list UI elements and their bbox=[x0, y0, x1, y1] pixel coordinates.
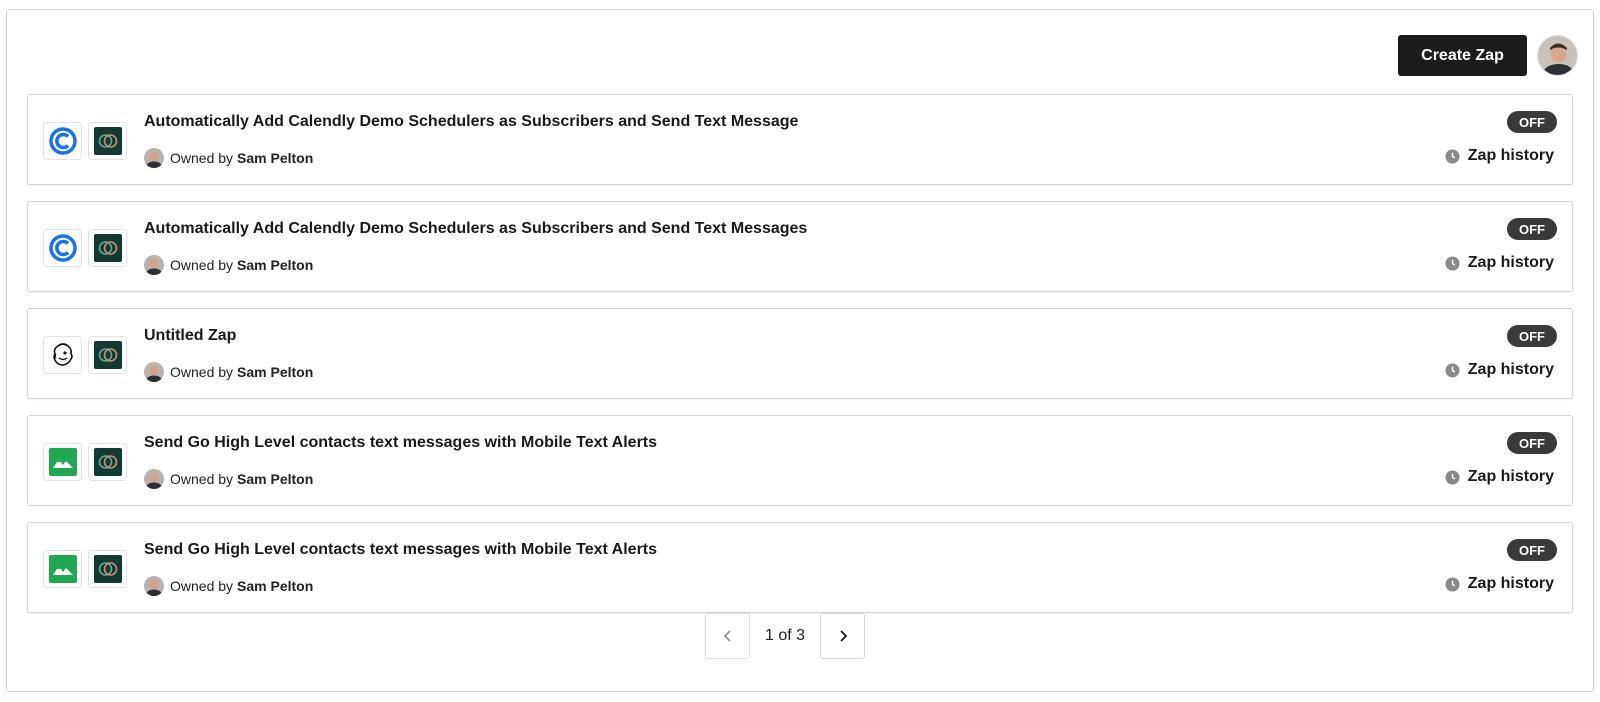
owner-prefix: Owned by bbox=[170, 578, 234, 594]
zap-card[interactable]: Automatically Add Calendly Demo Schedule… bbox=[27, 94, 1573, 185]
zap-history-link[interactable]: Zap history bbox=[1445, 575, 1554, 593]
trigger-app-icon bbox=[43, 550, 82, 588]
trigger-app-icon bbox=[43, 443, 82, 481]
zap-status-toggle[interactable]: OFF bbox=[1507, 325, 1557, 347]
zap-title[interactable]: Untitled Zap bbox=[144, 327, 236, 345]
calendly-icon bbox=[48, 234, 77, 262]
zap-card[interactable]: Automatically Add Calendly Demo Schedule… bbox=[27, 201, 1573, 292]
zap-title[interactable]: Send Go High Level contacts text message… bbox=[144, 434, 657, 452]
zap-list: Automatically Add Calendly Demo Schedule… bbox=[27, 94, 1573, 629]
owner-name: Sam Pelton bbox=[237, 150, 314, 166]
zap-status-toggle[interactable]: OFF bbox=[1507, 432, 1557, 454]
zap-owner: Owned by Sam Pelton bbox=[144, 255, 313, 275]
owner-prefix: Owned by bbox=[170, 150, 234, 166]
owner-prefix: Owned by bbox=[170, 471, 234, 487]
mailchimp-icon bbox=[52, 343, 73, 366]
trigger-app-icon bbox=[43, 336, 82, 374]
create-zap-button[interactable]: Create Zap bbox=[1398, 35, 1527, 76]
clock-icon bbox=[1445, 255, 1460, 271]
zap-history-link[interactable]: Zap history bbox=[1445, 361, 1554, 379]
clock-icon bbox=[1445, 576, 1460, 592]
zap-owner: Owned by Sam Pelton bbox=[144, 576, 313, 596]
zap-status-toggle[interactable]: OFF bbox=[1507, 539, 1557, 561]
mobile-text-alerts-icon bbox=[93, 341, 122, 369]
action-app-icon bbox=[88, 229, 127, 267]
action-app-icon bbox=[88, 550, 127, 588]
zap-history-label: Zap history bbox=[1467, 468, 1554, 485]
zap-history-label: Zap history bbox=[1467, 254, 1554, 271]
zap-history-label: Zap history bbox=[1467, 361, 1554, 378]
chevron-right-icon bbox=[839, 630, 847, 642]
owner-avatar bbox=[144, 255, 164, 275]
zap-history-link[interactable]: Zap history bbox=[1445, 468, 1554, 486]
zap-title[interactable]: Automatically Add Calendly Demo Schedule… bbox=[144, 113, 798, 131]
panel-header: Create Zap bbox=[7, 10, 1593, 86]
gohighlevel-icon bbox=[48, 448, 77, 476]
owner-avatar bbox=[144, 362, 164, 382]
zap-owner: Owned by Sam Pelton bbox=[144, 469, 313, 489]
owner-name: Sam Pelton bbox=[237, 578, 314, 594]
next-page-button[interactable] bbox=[820, 613, 865, 659]
owner-prefix: Owned by bbox=[170, 364, 234, 380]
mobile-text-alerts-icon bbox=[93, 448, 122, 476]
action-app-icon bbox=[88, 122, 127, 160]
clock-icon bbox=[1445, 148, 1460, 164]
trigger-app-icon bbox=[43, 122, 82, 160]
zap-history-label: Zap history bbox=[1467, 575, 1554, 592]
previous-page-button[interactable] bbox=[705, 613, 750, 659]
mobile-text-alerts-icon bbox=[93, 555, 122, 583]
zaps-panel: Create Zap Automatically Add Calendly De… bbox=[6, 9, 1594, 692]
zap-history-link[interactable]: Zap history bbox=[1445, 254, 1554, 272]
zap-title[interactable]: Automatically Add Calendly Demo Schedule… bbox=[144, 220, 807, 238]
mobile-text-alerts-icon bbox=[93, 127, 122, 155]
zap-card[interactable]: Untitled Zap Owned by Sam Pelton OFF Zap… bbox=[27, 308, 1573, 399]
calendly-icon bbox=[48, 127, 77, 155]
zap-title[interactable]: Send Go High Level contacts text message… bbox=[144, 541, 657, 559]
owner-name: Sam Pelton bbox=[237, 257, 314, 273]
zap-card[interactable]: Send Go High Level contacts text message… bbox=[27, 415, 1573, 506]
zap-owner: Owned by Sam Pelton bbox=[144, 148, 313, 168]
chevron-left-icon bbox=[723, 630, 731, 642]
owner-name: Sam Pelton bbox=[237, 471, 314, 487]
gohighlevel-icon bbox=[48, 555, 77, 583]
clock-icon bbox=[1445, 362, 1460, 378]
owner-avatar bbox=[144, 148, 164, 168]
action-app-icon bbox=[88, 443, 127, 481]
zap-history-link[interactable]: Zap history bbox=[1445, 147, 1554, 165]
clock-icon bbox=[1445, 469, 1460, 485]
owner-avatar bbox=[144, 576, 164, 596]
mobile-text-alerts-icon bbox=[93, 234, 122, 262]
page-indicator: 1 of 3 bbox=[764, 627, 806, 644]
owner-avatar bbox=[144, 469, 164, 489]
action-app-icon bbox=[88, 336, 127, 374]
pagination: 1 of 3 bbox=[705, 613, 865, 659]
zap-owner: Owned by Sam Pelton bbox=[144, 362, 313, 382]
owner-name: Sam Pelton bbox=[237, 364, 314, 380]
zap-card[interactable]: Send Go High Level contacts text message… bbox=[27, 522, 1573, 613]
zap-status-toggle[interactable]: OFF bbox=[1507, 111, 1557, 133]
trigger-app-icon bbox=[43, 229, 82, 267]
zap-status-toggle[interactable]: OFF bbox=[1507, 218, 1557, 240]
zap-history-label: Zap history bbox=[1467, 147, 1554, 164]
owner-prefix: Owned by bbox=[170, 257, 234, 273]
user-avatar[interactable] bbox=[1537, 35, 1578, 76]
